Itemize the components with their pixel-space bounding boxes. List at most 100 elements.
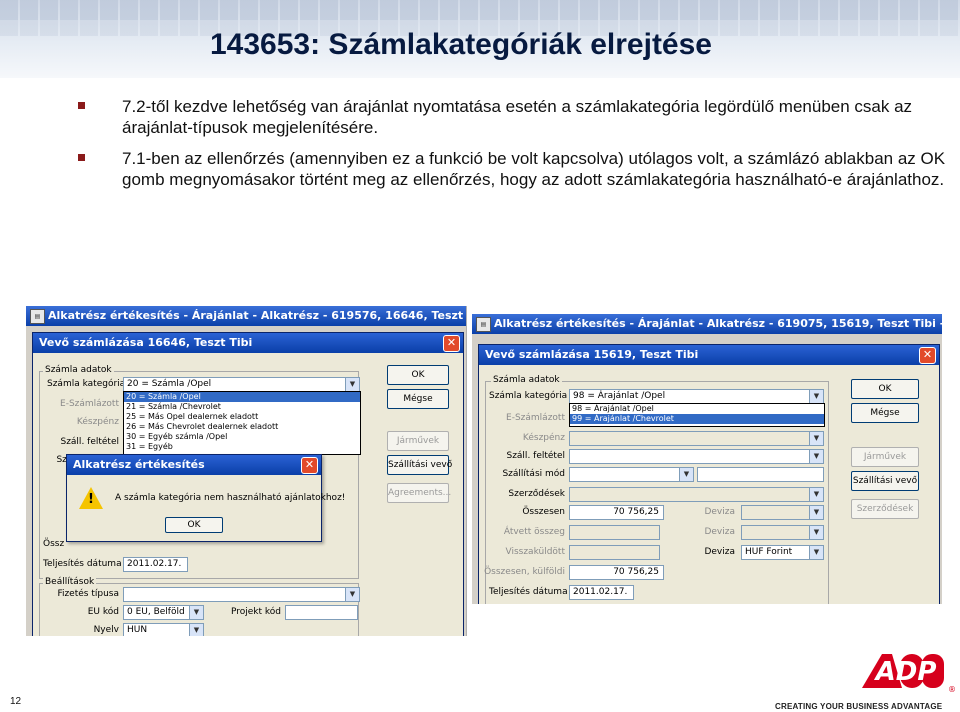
chevron-down-icon[interactable]: ▼ [809,546,823,559]
category-select-value: 20 = Számla /Opel [127,379,212,389]
cancel-button[interactable]: Mégse [851,403,919,423]
chevron-down-icon[interactable]: ▼ [809,450,823,463]
category-option[interactable]: 21 = Számla /Chevrolet [124,402,360,412]
contracts-select[interactable]: ▼ [569,487,824,502]
bullet-square-icon [78,102,85,109]
contracts-button[interactable]: Szerződések [851,499,919,519]
payment-type-select[interactable]: ▼ [123,587,360,602]
due-date-label: Teljesítés dátuma [43,559,122,569]
e-invoice-label: E-Számlázott [506,413,565,423]
currency-label: Deviza [704,547,735,557]
total-value: 70 756,25 [613,507,659,517]
chevron-down-icon[interactable]: ▼ [189,624,203,636]
currency-value: HUF Forint [745,547,793,557]
screenshot-right: ▤ Alkatrész értékesítés - Árajánlat - Al… [472,314,942,604]
close-icon[interactable]: ✕ [301,457,318,474]
invoice-dialog: Vevő számlázása 15619, Teszt Tibi ✕ Szám… [478,344,940,604]
app-window-title: Alkatrész értékesítés - Árajánlat - Alka… [48,309,466,322]
chevron-down-icon[interactable]: ▼ [809,432,823,445]
close-icon[interactable]: ✕ [443,335,460,352]
chevron-down-icon[interactable]: ▼ [189,606,203,619]
project-code-field[interactable] [285,605,358,620]
due-date-value: 2011.02.17. [573,587,628,597]
due-date-field[interactable]: 2011.02.17. [123,557,188,572]
invoice-data-group-label: Számla adatok [491,375,562,385]
category-select[interactable]: 98 = Árajánlat /Opel ▼ [569,389,824,404]
category-option[interactable]: 20 = Számla /Opel [124,392,360,402]
returned-field[interactable] [569,545,660,560]
vehicles-button[interactable]: Járművek [387,431,449,451]
page-number: 12 [10,696,22,707]
eu-code-value: 0 EU, Belföld [127,607,185,617]
contracts-label: Szerződések [508,489,565,499]
transport-mode-select[interactable]: ▼ [569,467,694,482]
total-label: Összesen [522,507,565,517]
currency-label: Deviza [704,507,735,517]
transport-terms-label: Száll. feltétel [506,451,565,461]
chevron-down-icon[interactable]: ▼ [345,378,359,391]
currency-select[interactable]: ▼ [741,505,824,520]
chevron-down-icon[interactable]: ▼ [809,506,823,519]
bullet-item: 7.1-ben az ellenőrzés (amennyiben ez a f… [78,148,948,190]
invoice-data-group-label: Számla adatok [43,365,114,375]
chevron-down-icon[interactable]: ▼ [809,390,823,403]
transport-terms-select[interactable]: ▼ [569,449,824,464]
eu-code-select[interactable]: 0 EU, Belföld ▼ [123,605,204,620]
category-option[interactable]: 31 = Egyéb [124,442,360,452]
vehicles-button[interactable]: Járművek [851,447,919,467]
currency-select[interactable]: ▼ [741,525,824,540]
title-banner: 143653: Számlakategóriák elrejtése [0,0,960,78]
chevron-down-icon[interactable]: ▼ [679,468,693,481]
slide-title: 143653: Számlakategóriák elrejtése [210,28,712,61]
payment-type-label: Fizetés típusa [57,589,119,599]
logo-text: ADP [874,657,937,687]
transport-mode-detail-field[interactable] [697,467,824,482]
category-option[interactable]: 26 = Más Chevrolet dealernek eladott [124,422,360,432]
close-icon[interactable]: ✕ [919,347,936,364]
ok-button[interactable]: OK [387,365,449,385]
category-option[interactable]: 99 = Árajánlat /Chevrolet [570,414,824,424]
bullet-text: 7.1-ben az ellenőrzés (amennyiben ez a f… [122,149,946,189]
invoice-dialog-titlebar: Vevő számlázása 16646, Teszt Tibi ✕ [33,333,463,353]
due-date-label: Teljesítés dátuma [489,587,568,597]
bullet-item: 7.2-től kezdve lehetőség van árajánlat n… [78,96,948,138]
chevron-down-icon[interactable]: ▼ [809,526,823,539]
language-select[interactable]: HUN ▼ [123,623,204,636]
alert-ok-button[interactable]: OK [165,517,223,533]
carrier-button[interactable]: Szállítási vevő [387,455,452,475]
returned-label: Visszaküldött [505,547,566,557]
category-label: Számla kategória [47,379,126,389]
due-date-field[interactable]: 2011.02.17. [569,585,634,600]
category-dropdown-list[interactable]: 98 = Árajánlat /Opel 99 = Árajánlat /Che… [569,403,825,427]
banner-grid [0,0,960,20]
cash-select[interactable]: ▼ [569,431,824,446]
category-option[interactable]: 30 = Egyéb számla /Opel [124,432,360,442]
bullet-text: 7.2-től kezdve lehetőség van árajánlat n… [122,97,913,137]
category-select[interactable]: 20 = Számla /Opel ▼ [123,377,360,392]
app-icon: ▤ [476,317,491,332]
ok-button[interactable]: OK [851,379,919,399]
bullet-list: 7.2-től kezdve lehetőség van árajánlat n… [78,96,948,200]
chevron-down-icon[interactable]: ▼ [345,588,359,601]
warning-icon: ! [79,487,103,509]
app-window-titlebar: ▤ Alkatrész értékesítés - Árajánlat - Al… [26,306,466,326]
app-icon: ▤ [30,309,45,324]
currency-select[interactable]: HUF Forint ▼ [741,545,824,560]
category-option[interactable]: 98 = Árajánlat /Opel [570,404,824,414]
app-window-title: Alkatrész értékesítés - Árajánlat - Alka… [494,317,942,330]
total-foreign-field: 70 756,25 [569,565,664,580]
screenshot-left: ▤ Alkatrész értékesítés - Árajánlat - Al… [26,306,467,636]
change-field[interactable] [569,525,660,540]
alert-dialog: Alkatrész értékesítés ✕ ! A számla kateg… [66,454,345,542]
alert-title: Alkatrész értékesítés [73,458,205,471]
bullet-square-icon [78,154,85,161]
language-value: HUN [127,625,148,635]
category-option[interactable]: 25 = Más Opel dealernek eladott [124,412,360,422]
carrier-button[interactable]: Szállítási vevő [851,471,919,491]
agreements-button[interactable]: Agreements... [387,483,451,503]
chevron-down-icon[interactable]: ▼ [809,488,823,501]
category-dropdown-list[interactable]: 20 = Számla /Opel 21 = Számla /Chevrolet… [123,391,361,455]
total-field: 70 756,25 [569,505,664,520]
cancel-button[interactable]: Mégse [387,389,449,409]
change-label: Átvett összeg [503,527,565,537]
